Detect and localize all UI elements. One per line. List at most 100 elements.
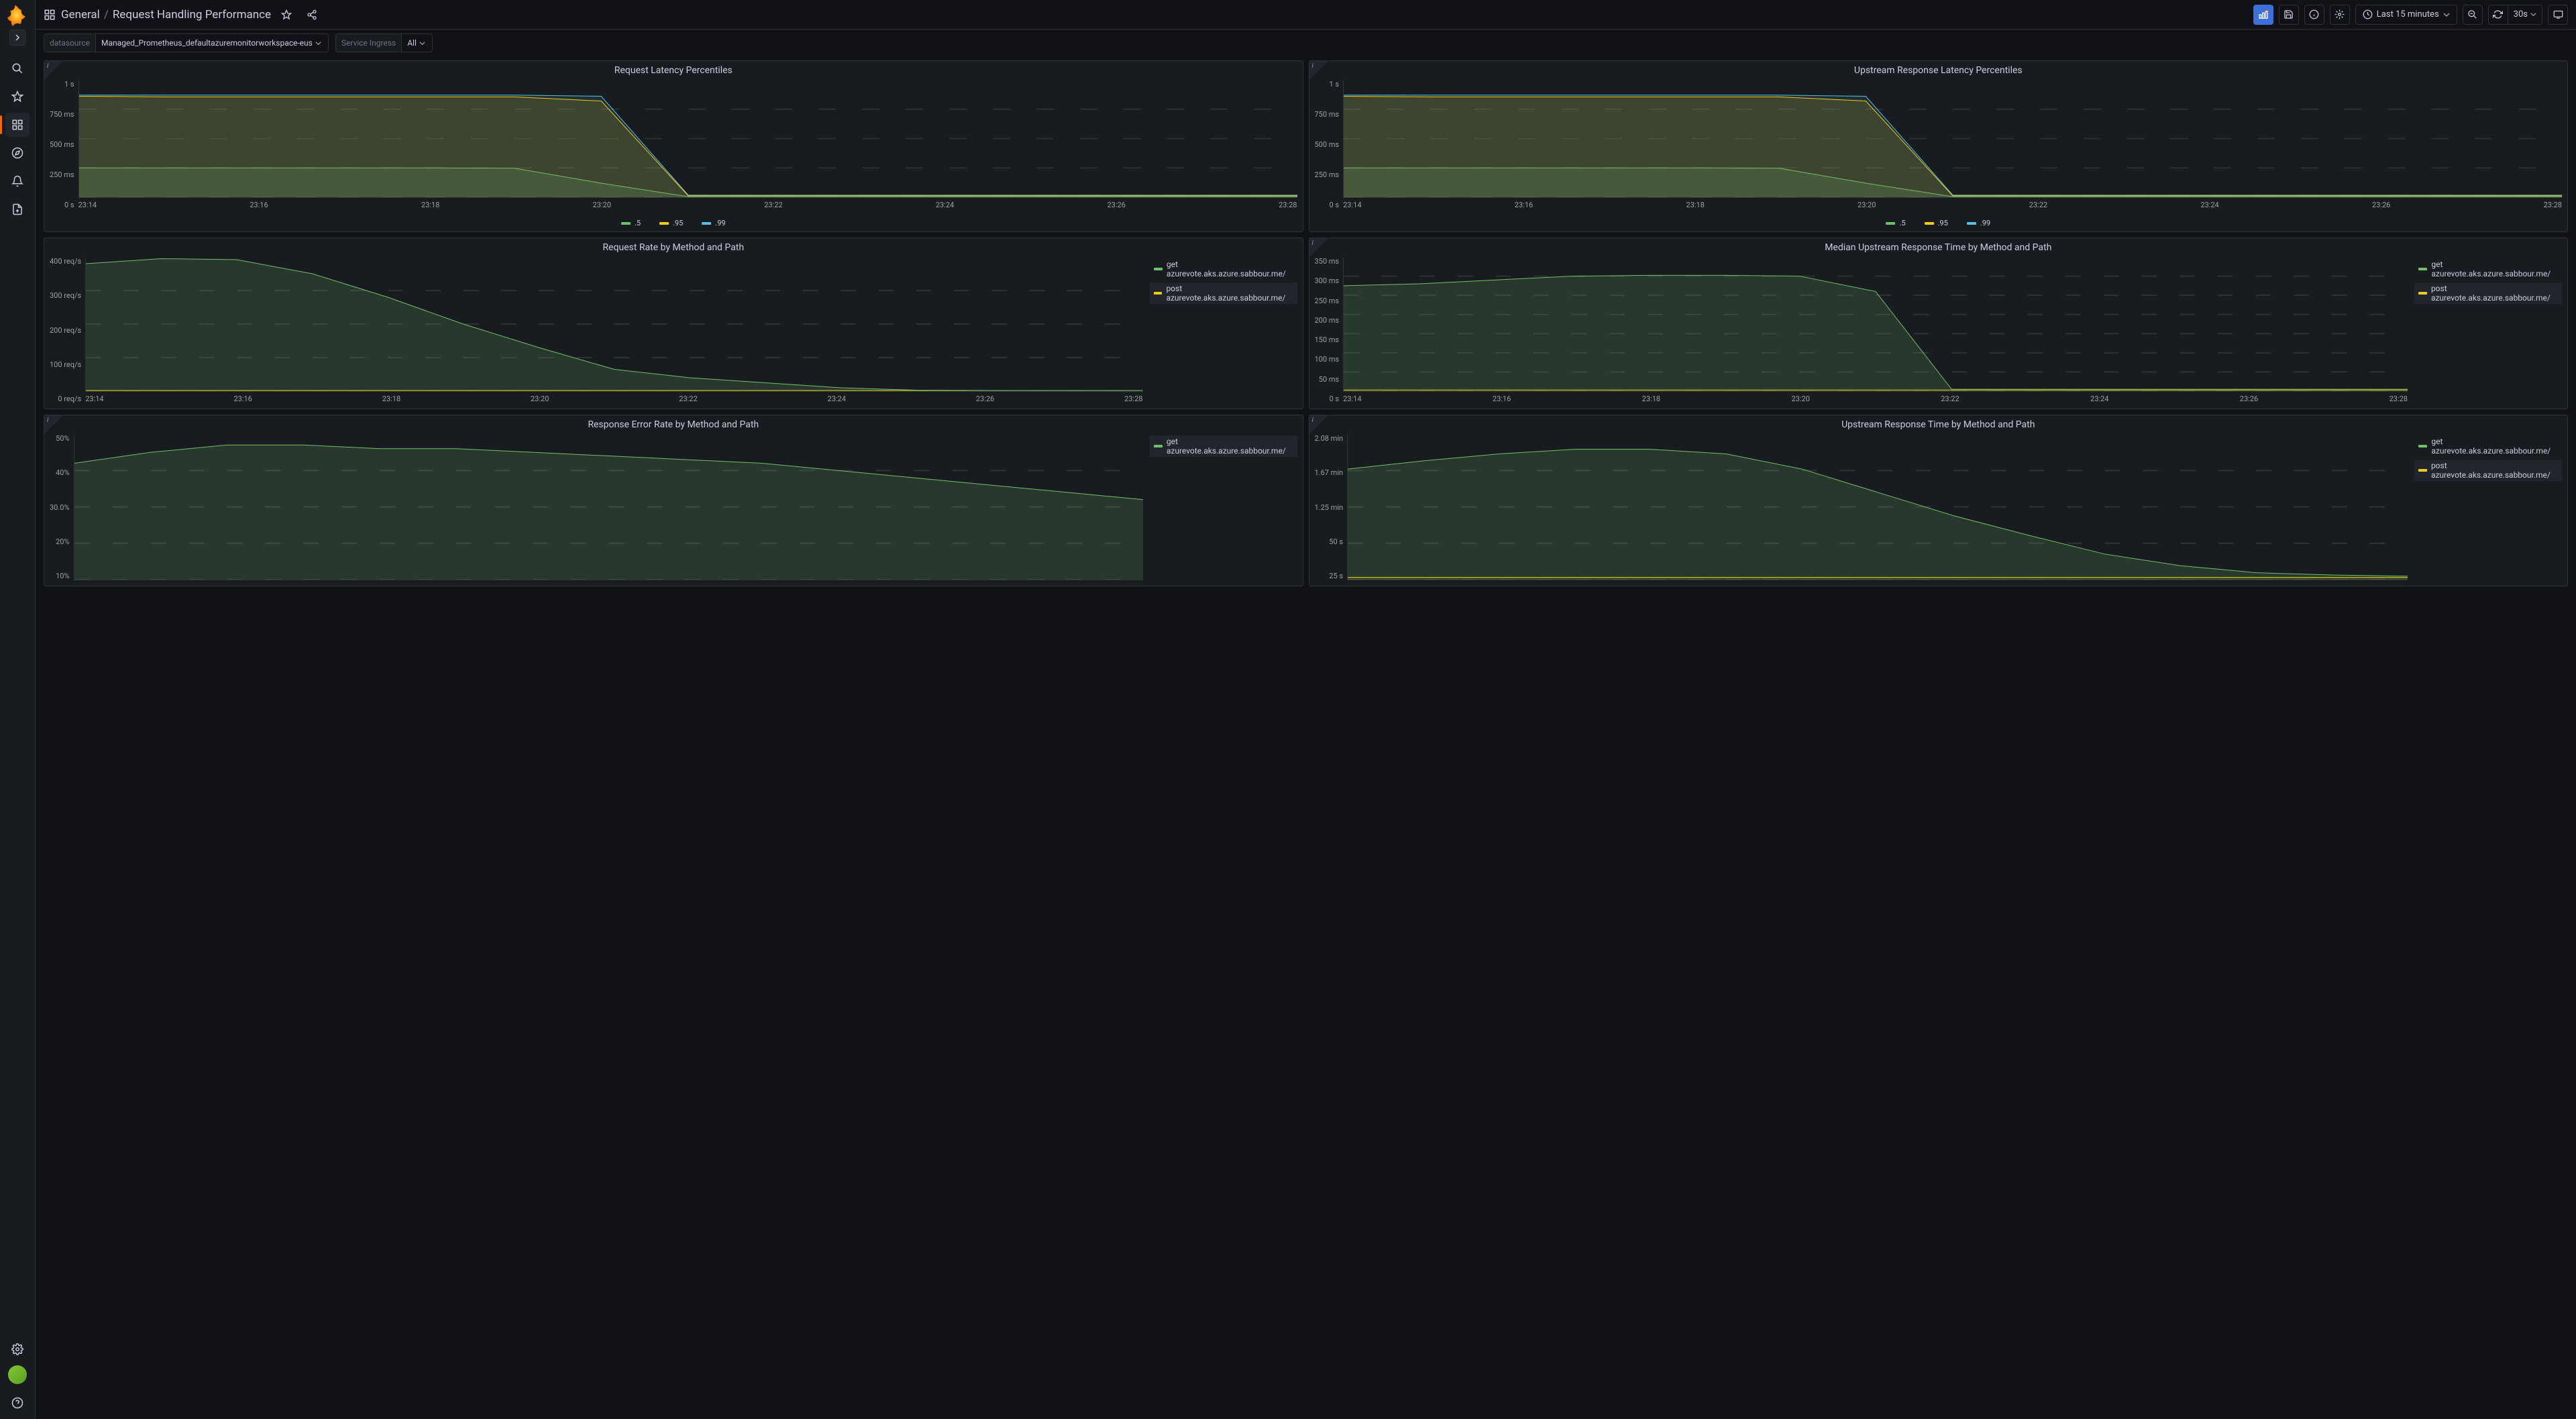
- legend-item[interactable]: post azurevote.aks.azure.sabbour.me/: [2414, 282, 2562, 304]
- legend-item[interactable]: .5: [617, 217, 645, 229]
- legend-item[interactable]: .95: [1921, 217, 1952, 229]
- chevron-down-icon: [2530, 11, 2536, 17]
- panel-info-icon[interactable]: i: [1309, 61, 1328, 80]
- x-tick: 23:18: [421, 201, 439, 209]
- legend-swatch: [1967, 222, 1976, 225]
- panel-title[interactable]: Median Upstream Response Time by Method …: [1309, 238, 2568, 254]
- search-icon[interactable]: [5, 56, 30, 81]
- legend-label: .95: [1938, 219, 1948, 227]
- breadcrumb-folder[interactable]: General: [61, 8, 100, 21]
- x-tick: 23:28: [1124, 395, 1142, 403]
- plot-area[interactable]: [1343, 257, 2408, 392]
- panel-title[interactable]: Upstream Response Time by Method and Pat…: [1309, 415, 2568, 431]
- ingress-value[interactable]: All: [402, 38, 432, 48]
- plot-area[interactable]: [1347, 434, 2408, 580]
- refresh-interval-label: 30s: [2514, 9, 2528, 19]
- settings-button[interactable]: [2330, 5, 2350, 25]
- y-tick: 40%: [56, 468, 69, 477]
- x-tick: 23:24: [828, 395, 846, 403]
- admin-gear-icon[interactable]: [5, 1337, 30, 1361]
- page-title[interactable]: Request Handling Performance: [113, 8, 271, 21]
- dashboard-insights-button[interactable]: [2304, 5, 2324, 25]
- panel-info-icon[interactable]: i: [1309, 238, 1328, 257]
- y-tick: 400 req/s: [50, 257, 81, 266]
- y-tick: 25 s: [1329, 572, 1343, 580]
- panel-body: 350 ms300 ms250 ms200 ms150 ms100 ms50 m…: [1309, 254, 2568, 409]
- panel-title[interactable]: Response Error Rate by Method and Path: [44, 415, 1303, 431]
- legend: get azurevote.aks.azure.sabbour.me/post …: [2408, 257, 2562, 403]
- y-tick: 150 ms: [1315, 335, 1340, 344]
- legend-item[interactable]: .5: [1882, 217, 1909, 229]
- chart: 1 s750 ms500 ms250 ms0 s23:1423:1623:182…: [50, 80, 1297, 209]
- y-tick: 500 ms: [1315, 140, 1340, 149]
- topbar: General / Request Handling Performance L…: [36, 0, 2576, 30]
- legend-item[interactable]: get azurevote.aks.azure.sabbour.me/: [1150, 258, 1297, 280]
- y-tick: 200 req/s: [50, 326, 81, 335]
- connections-icon[interactable]: [5, 197, 30, 221]
- panel-upstream-latency: iUpstream Response Latency Percentiles1 …: [1309, 60, 2569, 232]
- legend-item[interactable]: get azurevote.aks.azure.sabbour.me/: [1150, 435, 1297, 457]
- plot-area[interactable]: [85, 257, 1142, 392]
- breadcrumb: General / Request Handling Performance: [61, 8, 271, 21]
- legend-item[interactable]: .99: [698, 217, 729, 229]
- panel-info-icon[interactable]: i: [44, 61, 63, 80]
- tv-mode-button[interactable]: [2548, 5, 2568, 25]
- legend-item[interactable]: post azurevote.aks.azure.sabbour.me/: [1150, 282, 1297, 304]
- panel-body: 2.08 min1.67 min1.25 min50 s25 sget azur…: [1309, 431, 2568, 586]
- user-avatar[interactable]: [8, 1365, 27, 1384]
- plot-area[interactable]: [78, 80, 1297, 198]
- clock-icon: [2363, 9, 2373, 19]
- x-tick: 23:14: [78, 201, 97, 209]
- y-tick: 0 req/s: [58, 395, 81, 403]
- legend-item[interactable]: get azurevote.aks.azure.sabbour.me/: [2414, 435, 2562, 457]
- y-tick: 2.08 min: [1315, 434, 1344, 443]
- y-tick: 10%: [56, 572, 69, 580]
- add-panel-button[interactable]: [2253, 5, 2273, 25]
- panel-title[interactable]: Request Rate by Method and Path: [44, 238, 1303, 254]
- y-tick: 1.67 min: [1315, 468, 1344, 477]
- legend-label: get azurevote.aks.azure.sabbour.me/: [1167, 437, 1293, 456]
- share-button[interactable]: [302, 5, 322, 25]
- time-range-picker[interactable]: Last 15 minutes: [2355, 5, 2457, 25]
- chevron-down-icon: [2443, 11, 2450, 18]
- alerting-icon[interactable]: [5, 169, 30, 193]
- dashboards-icon[interactable]: [5, 113, 30, 137]
- time-range-label: Last 15 minutes: [2377, 9, 2439, 19]
- x-tick: 23:24: [936, 201, 954, 209]
- legend-item[interactable]: .99: [1963, 217, 1994, 229]
- legend: .5 .95 .99: [44, 215, 1303, 231]
- zoom-out-button[interactable]: [2463, 5, 2483, 25]
- x-tick: 23:16: [250, 201, 268, 209]
- help-icon[interactable]: [5, 1391, 30, 1415]
- refresh-button[interactable]: [2488, 5, 2508, 25]
- panel-info-icon[interactable]: i: [44, 415, 63, 434]
- datasource-label: datasource: [44, 34, 96, 52]
- x-tick: 23:20: [593, 201, 611, 209]
- grafana-logo-icon[interactable]: [7, 5, 28, 27]
- legend-swatch: [2418, 268, 2427, 270]
- ingress-label: Service Ingress: [336, 34, 402, 52]
- x-tick: 23:24: [2200, 201, 2218, 209]
- expand-sidebar-button[interactable]: [9, 30, 25, 46]
- legend-label: post azurevote.aks.azure.sabbour.me/: [2431, 461, 2558, 480]
- y-tick: 30.0%: [50, 503, 70, 512]
- save-button[interactable]: [2279, 5, 2299, 25]
- legend-item[interactable]: get azurevote.aks.azure.sabbour.me/: [2414, 258, 2562, 280]
- panel-info-icon[interactable]: i: [1309, 415, 1328, 434]
- panel-req-rate: Request Rate by Method and Path 400 req/s…: [44, 238, 1303, 409]
- panel-title[interactable]: Upstream Response Latency Percentiles: [1309, 61, 2568, 77]
- panel-title[interactable]: Request Latency Percentiles: [44, 61, 1303, 77]
- refresh-interval-picker[interactable]: 30s: [2508, 5, 2542, 25]
- x-tick: 23:18: [1642, 395, 1660, 403]
- plot-area[interactable]: [1343, 80, 2562, 198]
- star-button[interactable]: [276, 5, 297, 25]
- x-tick: 23:26: [2240, 395, 2258, 403]
- datasource-value[interactable]: Managed_Prometheus_defaultazuremonitorwo…: [96, 38, 328, 48]
- legend-item[interactable]: post azurevote.aks.azure.sabbour.me/: [2414, 460, 2562, 481]
- explore-icon[interactable]: [5, 141, 30, 165]
- plot-area[interactable]: [74, 434, 1143, 580]
- x-tick: 23:26: [976, 395, 994, 403]
- legend-item[interactable]: .95: [655, 217, 687, 229]
- y-axis: 50%40%30.0%20%10%: [50, 434, 74, 580]
- starred-icon[interactable]: [5, 85, 30, 109]
